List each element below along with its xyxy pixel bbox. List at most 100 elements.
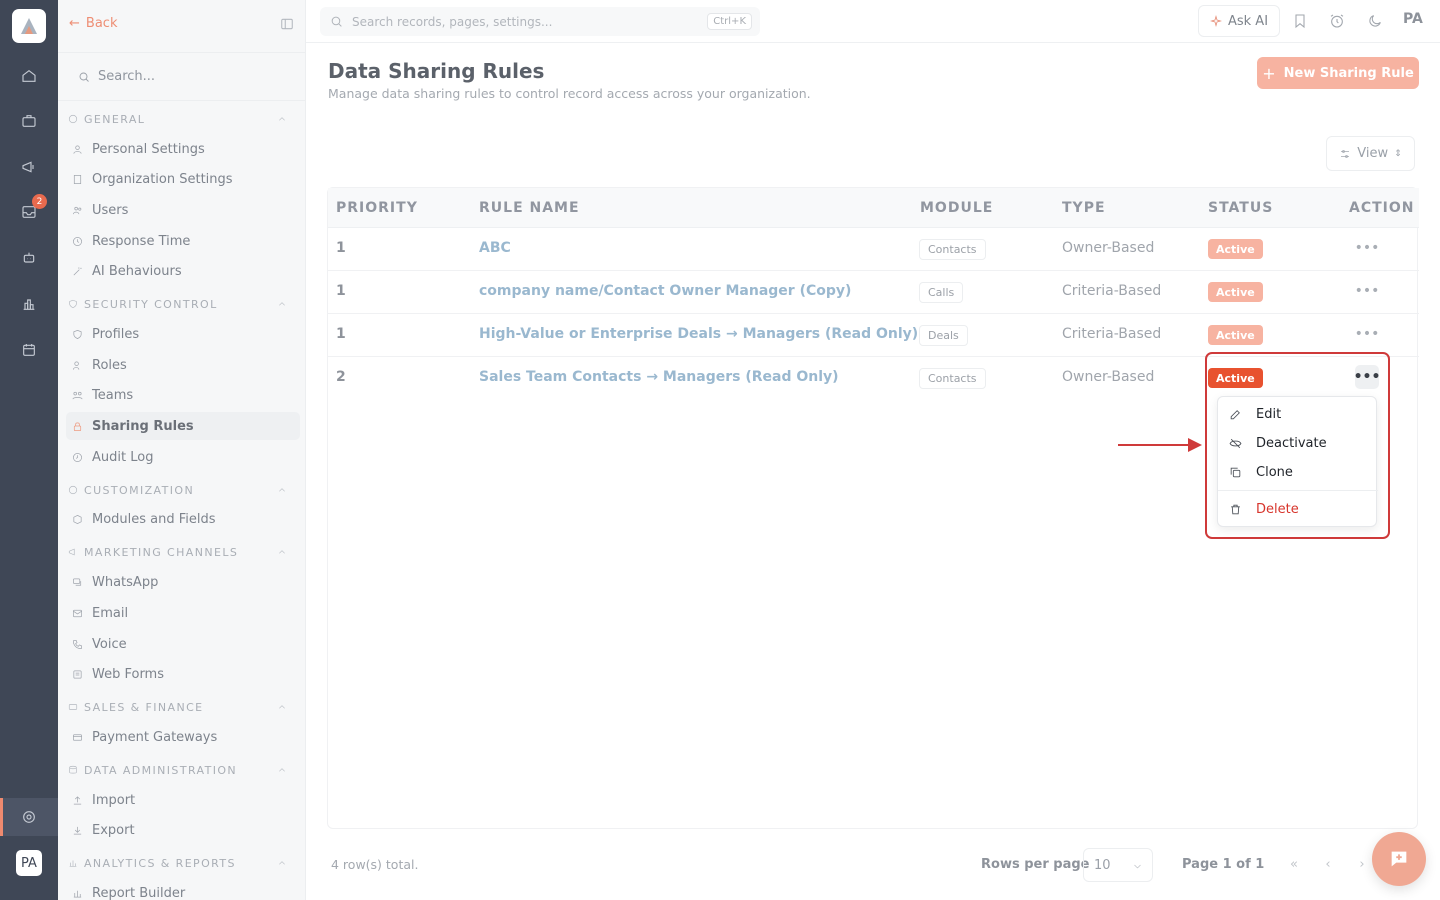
sidebar-item-users[interactable]: Users	[66, 196, 300, 224]
briefcase-icon[interactable]	[17, 109, 41, 133]
sparkle-icon	[1210, 15, 1222, 27]
chevron-up-icon	[279, 550, 285, 554]
lock-icon	[73, 421, 82, 431]
sidebar-item-sharing-rules[interactable]: Sharing Rules	[66, 412, 300, 440]
header-rule-name[interactable]: RULE NAME	[479, 200, 580, 216]
settings-gear-icon[interactable]	[17, 805, 41, 829]
header-priority[interactable]: PRIORITY	[336, 200, 418, 216]
chevron-up-icon	[279, 117, 285, 121]
sidebar-item-email[interactable]: Email	[66, 599, 300, 627]
menu-item-deactivate[interactable]: Deactivate	[1218, 429, 1378, 457]
row-actions-button[interactable]: •••	[1355, 236, 1380, 260]
table-row[interactable]: 1 company name/Contact Owner Manager (Co…	[328, 271, 1419, 314]
bot-icon[interactable]	[17, 246, 41, 270]
sidebar-item-organization-settings[interactable]: Organization Settings	[66, 165, 300, 193]
section-marketing-channels[interactable]: MARKETING CHANNELS	[68, 542, 296, 562]
megaphone-icon	[68, 548, 75, 556]
table-row[interactable]: 1 High-Value or Enterprise Deals → Manag…	[328, 314, 1419, 357]
table-row[interactable]: 1 ABC Contacts Owner-Based Active •••	[328, 228, 1419, 271]
user-avatar[interactable]: PA	[16, 850, 42, 876]
row-priority: 2	[336, 369, 346, 385]
prev-page-button[interactable]: ‹	[1312, 848, 1344, 880]
header-type[interactable]: TYPE	[1062, 200, 1106, 216]
chart-icon[interactable]	[17, 292, 41, 316]
home-icon[interactable]	[17, 64, 41, 88]
sidebar-item-modules-and-fields[interactable]: Modules and Fields	[66, 505, 300, 533]
chat-assistant-fab[interactable]	[1372, 832, 1426, 886]
cube-icon	[73, 514, 82, 524]
sidebar-item-response-time[interactable]: Response Time	[66, 227, 300, 255]
view-options-button[interactable]: View ⇕	[1326, 136, 1415, 171]
app-logo-icon[interactable]	[12, 9, 46, 43]
sliders-icon	[1341, 149, 1350, 158]
sidebar-item-ai-behaviours[interactable]: AI Behaviours	[66, 257, 300, 285]
moon-icon[interactable]	[1367, 13, 1383, 29]
row-rule-name-link[interactable]: High-Value or Enterprise Deals → Manager…	[479, 326, 918, 342]
calendar-icon[interactable]	[17, 338, 41, 362]
row-type: Criteria-Based	[1062, 283, 1162, 299]
sidebar-search-input[interactable]: Search...	[98, 69, 155, 84]
header-status[interactable]: STATUS	[1208, 200, 1273, 216]
row-status-badge: Active	[1208, 239, 1263, 259]
upload-icon	[73, 795, 82, 805]
sidebar-item-voice[interactable]: Voice	[66, 630, 300, 658]
new-sharing-rule-button[interactable]: + New Sharing Rule	[1257, 57, 1419, 89]
row-actions-button[interactable]: •••	[1355, 322, 1380, 346]
header-module[interactable]: MODULE	[920, 200, 993, 216]
megaphone-icon[interactable]	[17, 155, 41, 179]
sidebar-item-report-builder[interactable]: Report Builder	[66, 879, 300, 900]
sidebar-item-whatsapp[interactable]: WhatsApp	[66, 568, 300, 596]
section-customization[interactable]: CUSTOMIZATION	[68, 480, 296, 500]
menu-item-delete[interactable]: Delete	[1218, 495, 1378, 523]
row-actions-button[interactable]: •••	[1355, 279, 1380, 303]
row-type: Owner-Based	[1062, 240, 1155, 256]
row-priority: 1	[336, 326, 346, 342]
ask-ai-button[interactable]: Ask AI	[1198, 5, 1280, 37]
sidebar-search[interactable]: Search...	[58, 52, 305, 101]
section-data-administration[interactable]: DATA ADMINISTRATION	[68, 760, 296, 780]
sidebar-item-profiles[interactable]: Profiles	[66, 320, 300, 348]
row-rule-name-link[interactable]: Sales Team Contacts → Managers (Read Onl…	[479, 369, 839, 385]
sidebar-item-personal-settings[interactable]: Personal Settings	[66, 135, 300, 163]
menu-item-edit[interactable]: Edit	[1218, 400, 1378, 428]
chevron-updown-icon: ⇕	[1394, 148, 1402, 159]
sidebar-item-export[interactable]: Export	[66, 816, 300, 844]
menu-item-clone[interactable]: Clone	[1218, 458, 1378, 486]
section-general[interactable]: GENERAL	[68, 109, 296, 129]
trash-icon	[1231, 504, 1240, 514]
bookmark-icon[interactable]	[1292, 13, 1308, 29]
row-rule-name-link[interactable]: company name/Contact Owner Manager (Copy…	[479, 283, 851, 299]
app-rail: 2 PA	[0, 0, 58, 900]
section-analytics-reports[interactable]: ANALYTICS & REPORTS	[68, 853, 296, 873]
row-module-badge: Contacts	[919, 368, 986, 389]
sidebar-item-payment-gateways[interactable]: Payment Gateways	[66, 723, 300, 751]
user-icon	[73, 144, 82, 154]
user-initials[interactable]: PA	[1403, 11, 1423, 27]
section-sales-finance[interactable]: SALES & FINANCE	[68, 697, 296, 717]
users-icon	[73, 206, 82, 214]
search-icon	[79, 72, 89, 82]
global-search-input[interactable]: Search records, pages, settings...	[352, 15, 552, 29]
section-security-control[interactable]: SECURITY CONTROL	[68, 294, 296, 314]
team-icon	[72, 391, 83, 399]
chart-icon	[73, 890, 82, 898]
row-actions-menu: Edit Deactivate Clone Delete	[1217, 396, 1378, 527]
sidebar-item-teams[interactable]: Teams	[66, 381, 300, 409]
alarm-clock-icon[interactable]	[1329, 13, 1345, 29]
card-icon	[68, 704, 78, 710]
sidebar-item-import[interactable]: Import	[66, 786, 300, 814]
sidebar-item-web-forms[interactable]: Web Forms	[66, 660, 300, 688]
sidebar-item-roles[interactable]: Roles	[66, 351, 300, 379]
sidebar-collapse-icon[interactable]	[280, 17, 294, 31]
annotation-arrow-icon	[1118, 438, 1202, 452]
palette-icon	[68, 485, 78, 495]
top-bar: Search records, pages, settings... Ctrl+…	[306, 0, 1440, 43]
row-rule-name-link[interactable]: ABC	[479, 240, 511, 256]
pencil-icon	[1230, 409, 1240, 419]
arrow-left-icon: ←	[69, 16, 80, 31]
global-search[interactable]: Search records, pages, settings... Ctrl+…	[320, 7, 760, 36]
first-page-button[interactable]: «	[1278, 848, 1310, 880]
rows-per-page-select[interactable]: 10	[1083, 848, 1153, 882]
sidebar-item-audit-log[interactable]: Audit Log	[66, 443, 300, 471]
back-link[interactable]: ← Back	[69, 16, 117, 31]
